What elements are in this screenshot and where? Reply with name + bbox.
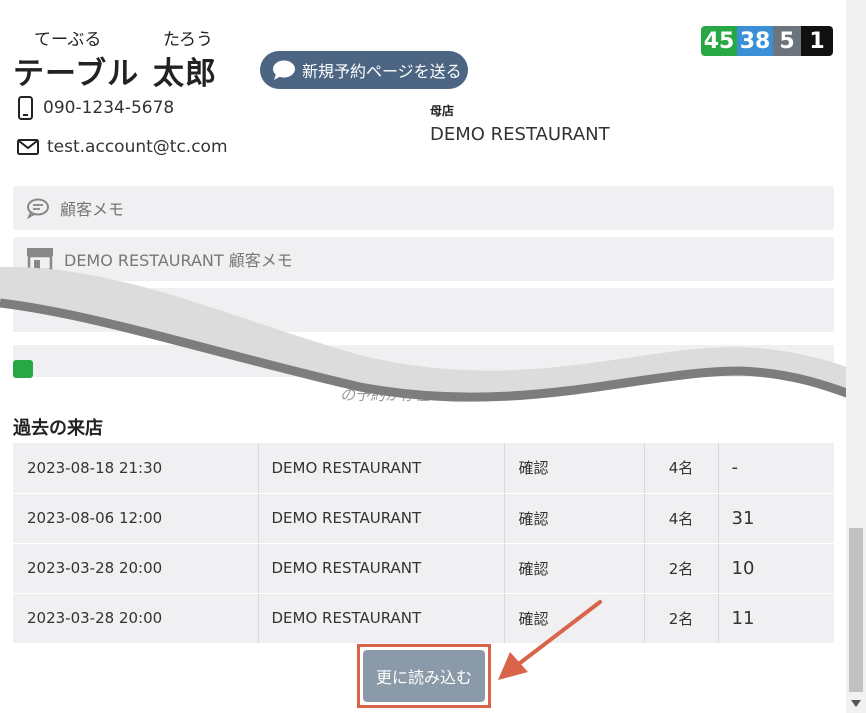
table-row[interactable]: 2023-08-18 21:30 DEMO RESTAURANT 確認 4名 - — [13, 443, 834, 494]
table-row[interactable]: 2023-08-06 12:00 DEMO RESTAURANT 確認 4名 3… — [13, 493, 834, 544]
visit-extra: 10 — [718, 543, 834, 594]
visit-status: 確認 — [504, 443, 645, 494]
table-row[interactable]: 2023-03-28 20:00 DEMO RESTAURANT 確認 2名 1… — [13, 593, 834, 644]
visit-people: 4名 — [644, 443, 719, 494]
visit-people: 2名 — [644, 593, 719, 644]
send-button-label: 新規予約ページを送る — [302, 62, 462, 81]
visit-people: 2名 — [644, 543, 719, 594]
visit-count-badges: 45 38 5 1 — [701, 26, 833, 56]
home-store-label: 母店 — [430, 104, 455, 118]
phone-number: 090-1234-5678 — [43, 98, 175, 118]
count-badge-blue: 38 — [737, 26, 773, 56]
visit-datetime: 2023-03-28 20:00 — [13, 543, 259, 594]
count-badge-green: 45 — [701, 26, 737, 56]
visit-store: DEMO RESTAURANT — [258, 593, 505, 644]
load-more-button[interactable]: 更に読み込む — [363, 650, 485, 702]
past-visits-title: 過去の来店 — [13, 418, 103, 439]
phone-icon — [18, 96, 33, 120]
visit-datetime: 2023-08-18 21:30 — [13, 443, 259, 494]
visit-datetime: 2023-08-06 12:00 — [13, 493, 259, 544]
last-name-reading: てーぶる — [34, 30, 102, 50]
customer-memo-field[interactable]: 顧客メモ — [13, 186, 834, 230]
email-address: test.account@tc.com — [47, 137, 228, 157]
screenshot-cut-wave — [0, 266, 866, 405]
visit-datetime: 2023-03-28 20:00 — [13, 593, 259, 644]
visit-status: 確認 — [504, 543, 645, 594]
first-name-reading: たろう — [163, 30, 213, 50]
email-row: test.account@tc.com — [17, 137, 228, 157]
home-store-name: DEMO RESTAURANT — [430, 124, 610, 145]
first-name: 太郎 — [153, 56, 217, 92]
send-new-reservation-page-button[interactable]: 新規予約ページを送る — [260, 51, 468, 89]
visit-extra: 11 — [718, 593, 834, 644]
customer-memo-placeholder: 顧客メモ — [60, 200, 125, 219]
scroll-down-arrow-icon[interactable] — [850, 697, 862, 709]
visit-extra: - — [718, 443, 834, 494]
chat-bubble-icon — [273, 60, 295, 80]
visit-store: DEMO RESTAURANT — [258, 443, 505, 494]
visit-store: DEMO RESTAURANT — [258, 493, 505, 544]
table-row[interactable]: 2023-03-28 20:00 DEMO RESTAURANT 確認 2名 1… — [13, 543, 834, 594]
visit-status: 確認 — [504, 493, 645, 544]
scrollbar-thumb[interactable] — [849, 528, 863, 692]
annotation-arrow — [498, 600, 602, 680]
count-badge-gray: 5 — [773, 26, 801, 56]
visit-store: DEMO RESTAURANT — [258, 543, 505, 594]
comment-icon — [27, 198, 49, 219]
visit-people: 4名 — [644, 493, 719, 544]
count-badge-black: 1 — [801, 26, 833, 56]
mail-icon — [17, 139, 39, 155]
visit-extra: 31 — [718, 493, 834, 544]
phone-row: 090-1234-5678 — [17, 96, 174, 120]
last-name: テーブル — [13, 56, 140, 92]
past-visits-table: 2023-08-18 21:30 DEMO RESTAURANT 確認 4名 -… — [13, 443, 834, 644]
